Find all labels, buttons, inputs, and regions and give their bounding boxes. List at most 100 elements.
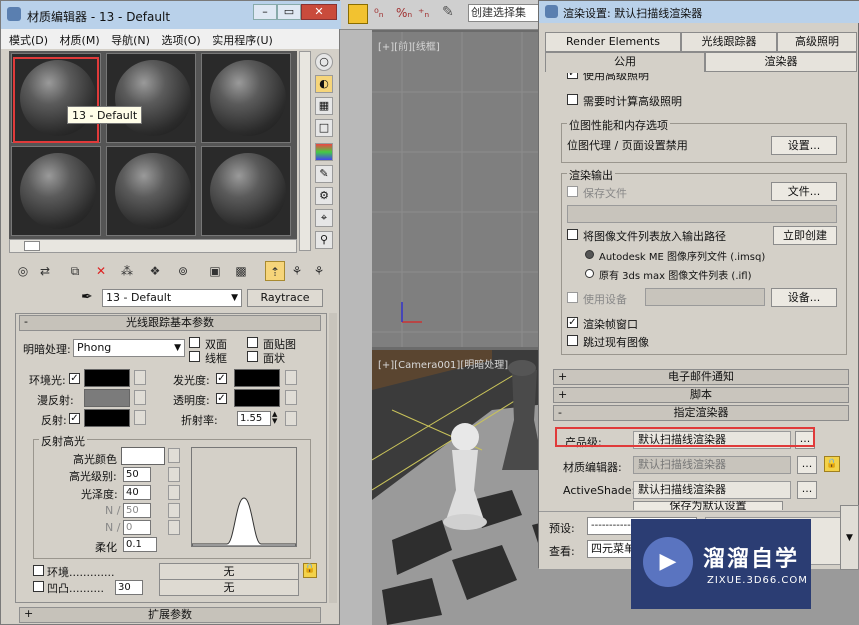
transparency-map-button[interactable] [285, 390, 297, 405]
spec-level-spinner[interactable]: 50 [123, 467, 151, 482]
scripts-rollout[interactable]: + 脚本 [553, 387, 849, 403]
sample-slot-5[interactable] [106, 146, 196, 236]
get-material-icon[interactable]: ◎ [13, 261, 33, 281]
sample-slot-3[interactable] [201, 53, 291, 143]
tab-renderer[interactable]: 渲染器 [705, 52, 857, 72]
bump-checkbox[interactable] [33, 581, 44, 592]
ior-map-button[interactable] [285, 411, 297, 426]
assign-to-selection-icon[interactable]: ⧉ [65, 261, 85, 281]
shading-dropdown[interactable]: Phong ▼ [73, 339, 185, 357]
skip-existing-checkbox[interactable] [567, 335, 578, 346]
tab-raytracer[interactable]: 光线跟踪器 [681, 32, 777, 52]
reset-map-icon[interactable]: ✕ [91, 261, 111, 281]
go-forward-sibling-icon[interactable]: ⚘ [287, 261, 307, 281]
snap-icon[interactable] [348, 4, 368, 24]
reflect-checkbox[interactable]: ✓ [69, 413, 80, 424]
mat-editor-choose-button[interactable]: ... [797, 456, 817, 474]
percent-snap-icon[interactable]: %ₙ [396, 6, 412, 20]
bump-amount-spinner[interactable]: 30 [115, 580, 143, 595]
spec-color-map-button[interactable] [168, 448, 180, 463]
render-setup-titlebar[interactable]: 渲染设置: 默认扫描线渲染器 [539, 1, 859, 23]
environment-map-button[interactable]: 无 [159, 563, 299, 580]
material-type-button[interactable]: Raytrace [247, 289, 323, 307]
put-to-scene-icon[interactable]: ⇄ [35, 261, 55, 281]
imsq-radio[interactable] [585, 250, 594, 259]
panel-scrollbar[interactable] [329, 313, 337, 603]
devices-button[interactable]: 设备... [771, 288, 837, 307]
use-device-checkbox[interactable] [567, 292, 578, 303]
options-icon[interactable]: ⚙ [315, 187, 333, 205]
aniso-map-button[interactable] [168, 503, 180, 518]
save-file-checkbox[interactable] [567, 186, 578, 197]
material-editor-titlebar[interactable]: 材质编辑器 - 13 - Default – ▭ ✕ [1, 1, 341, 29]
tab-advanced-lighting[interactable]: 高级照明 [777, 32, 857, 52]
email-rollout[interactable]: + 电子邮件通知 [553, 369, 849, 385]
output-path-field[interactable] [567, 205, 837, 223]
material-name-field[interactable]: 13 - Default ▼ [102, 289, 242, 307]
material-map-navigator-icon[interactable]: ⚲ [315, 231, 333, 249]
assign-renderer-rollout[interactable]: - 指定渲染器 [553, 405, 849, 421]
menu-options[interactable]: 选项(O) [153, 29, 200, 48]
ambient-map-button[interactable] [134, 370, 146, 385]
video-color-check-icon[interactable] [315, 143, 333, 161]
frame-window-checkbox[interactable]: ✓ [567, 317, 578, 328]
tab-common[interactable]: 公用 [545, 52, 705, 72]
wire-checkbox[interactable] [189, 351, 200, 362]
create-now-button[interactable]: 立即创建 [773, 226, 837, 245]
extended-params-rollout-header[interactable]: + 扩展参数 [19, 607, 321, 623]
face-map-checkbox[interactable] [247, 337, 258, 348]
spinner-snap-icon[interactable]: ⁺ₙ [418, 6, 429, 20]
slots-vertical-scrollbar[interactable] [299, 51, 311, 251]
ior-spinner[interactable]: 1.55 [237, 411, 271, 426]
reflect-map-button[interactable] [134, 410, 146, 425]
two-sided-checkbox[interactable] [189, 337, 200, 348]
orientation-map-button[interactable] [168, 520, 180, 535]
camera-viewport-label[interactable]: [+][Camera001][明暗处理] [378, 356, 508, 371]
ambient-color-swatch[interactable] [84, 369, 130, 387]
sample-type-icon[interactable]: ○ [315, 53, 333, 71]
close-button[interactable]: ✕ [301, 4, 337, 20]
go-to-parent-icon[interactable]: ⇡ [265, 261, 285, 281]
pick-material-icon[interactable]: ⚘ [309, 261, 329, 281]
spec-color-swatch[interactable] [121, 447, 165, 465]
compute-adv-lighting-checkbox[interactable] [567, 94, 578, 105]
material-id-channel-icon[interactable]: ⊚ [173, 261, 193, 281]
sample-slot-4[interactable] [11, 146, 101, 236]
named-selection-input[interactable]: 创建选择集 [468, 4, 544, 22]
lock-icon[interactable]: 🔒 [824, 456, 840, 472]
transparency-color-swatch[interactable] [234, 389, 280, 407]
lock-icon[interactable]: 🔒 [303, 563, 317, 578]
uv-tiling-icon[interactable]: □ [315, 119, 333, 137]
spec-level-map-button[interactable] [168, 467, 180, 482]
luminosity-map-button[interactable] [285, 370, 297, 385]
show-end-result-icon[interactable]: ▩ [231, 261, 251, 281]
sample-slot-6[interactable] [201, 146, 291, 236]
use-adv-lighting-checkbox[interactable]: ✓ [567, 73, 578, 79]
menu-navigation[interactable]: 导航(N) [103, 29, 150, 48]
ifl-radio[interactable] [585, 269, 594, 278]
put-to-library-icon[interactable]: ❖ [145, 261, 165, 281]
put-image-list-checkbox[interactable] [567, 229, 578, 240]
bump-map-button[interactable]: 无 [159, 579, 299, 596]
luminosity-color-swatch[interactable] [234, 369, 280, 387]
select-by-material-icon[interactable]: ⌖ [315, 209, 333, 227]
files-button[interactable]: 文件... [771, 182, 837, 201]
transparency-checkbox[interactable]: ✓ [216, 393, 227, 404]
make-unique-icon[interactable]: ⁂ [117, 261, 137, 281]
gloss-map-button[interactable] [168, 485, 180, 500]
scroll-thumb[interactable] [24, 241, 40, 251]
soften-spinner[interactable]: 0.1 [123, 537, 157, 552]
tab-render-elements[interactable]: Render Elements [545, 32, 681, 52]
activeshade-choose-button[interactable]: ... [797, 481, 817, 499]
diffuse-map-button[interactable] [134, 390, 146, 405]
backlight-icon[interactable]: ◐ [315, 75, 333, 93]
edit-named-sel-icon[interactable]: ✎ [442, 4, 454, 20]
angle-snap-icon[interactable]: ⁰ₙ [374, 6, 384, 20]
sample-slot-2[interactable] [106, 53, 196, 143]
bitmap-setup-button[interactable]: 设置... [771, 136, 837, 155]
menu-material[interactable]: 材质(M) [52, 29, 100, 48]
background-icon[interactable]: ▦ [315, 97, 333, 115]
menu-utilities[interactable]: 实用程序(U) [204, 29, 273, 48]
save-as-default-button[interactable]: 保存为默认设置 [633, 501, 783, 510]
device-field[interactable] [645, 288, 765, 306]
